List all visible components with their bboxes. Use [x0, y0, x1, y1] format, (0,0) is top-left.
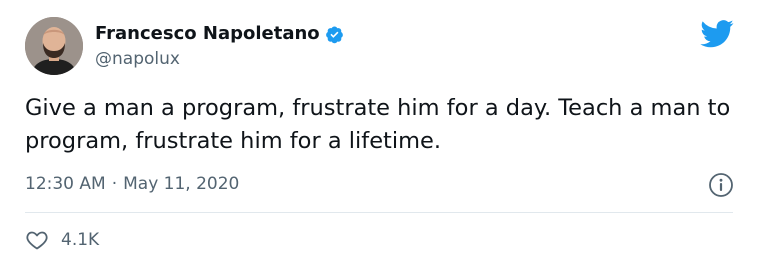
twitter-bird-icon[interactable] — [700, 19, 734, 49]
verified-badge-icon — [325, 25, 344, 44]
info-icon[interactable] — [708, 172, 734, 198]
author-name-row[interactable]: Francesco Napoletano — [95, 22, 344, 46]
tweet-time[interactable]: 12:30 AM — [25, 174, 106, 194]
tweet-date[interactable]: May 11, 2020 — [123, 174, 239, 194]
tweet-timestamp[interactable]: 12:30 AM · May 11, 2020 — [25, 172, 239, 196]
avatar[interactable] — [25, 17, 83, 75]
like-count[interactable]: 4.1K — [61, 228, 99, 252]
author-display-name[interactable]: Francesco Napoletano — [95, 22, 320, 46]
author-handle[interactable]: @napolux — [95, 47, 180, 71]
tweet-text: Give a man a program, frustrate him for … — [25, 95, 731, 154]
meta-separator: · — [111, 174, 118, 194]
tweet-actions: 4.1K — [25, 228, 99, 252]
heart-icon[interactable] — [25, 228, 49, 252]
divider — [25, 212, 733, 213]
tweet-card: Francesco Napoletano @napolux Give a man… — [0, 0, 758, 270]
avatar-image — [25, 17, 83, 75]
